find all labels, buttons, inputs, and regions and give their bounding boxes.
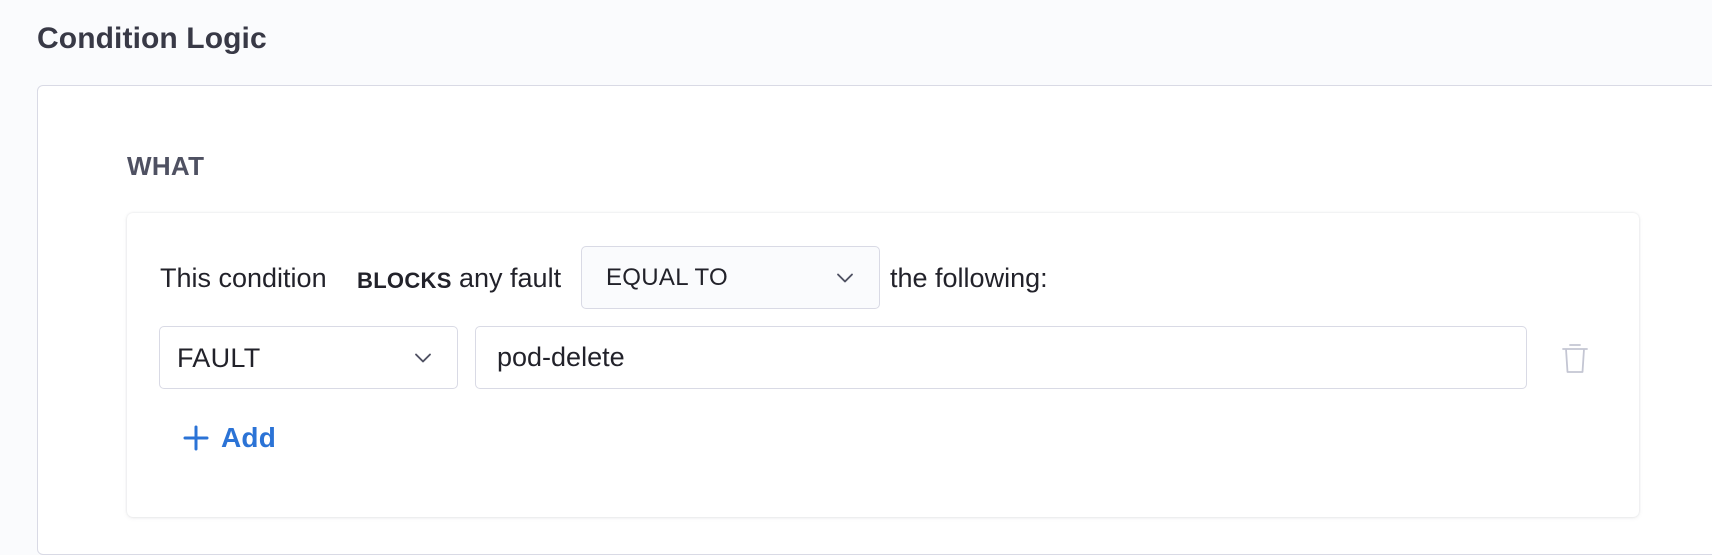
page-title: Condition Logic [37,22,267,55]
chevron-down-icon [837,273,853,283]
operator-select[interactable]: EQUAL TO [581,246,880,309]
what-heading: WHAT [127,151,205,181]
condition-mode-text: BLOCKS [357,268,452,293]
operator-select-value: EQUAL TO [606,264,729,291]
field-select-value: FAULT [177,343,261,373]
condition-suffix-text: the following: [890,263,1048,293]
condition-prefix-text: This condition [160,263,327,293]
chevron-down-icon [415,353,431,363]
add-button-label: Add [221,422,277,453]
condition-middle-text: any fault [459,263,562,293]
fault-value-input[interactable] [475,326,1527,389]
plus-icon [183,425,209,451]
add-condition-button[interactable]: Add [183,418,276,458]
trash-icon[interactable] [1560,341,1590,375]
field-select[interactable]: FAULT [159,326,458,389]
